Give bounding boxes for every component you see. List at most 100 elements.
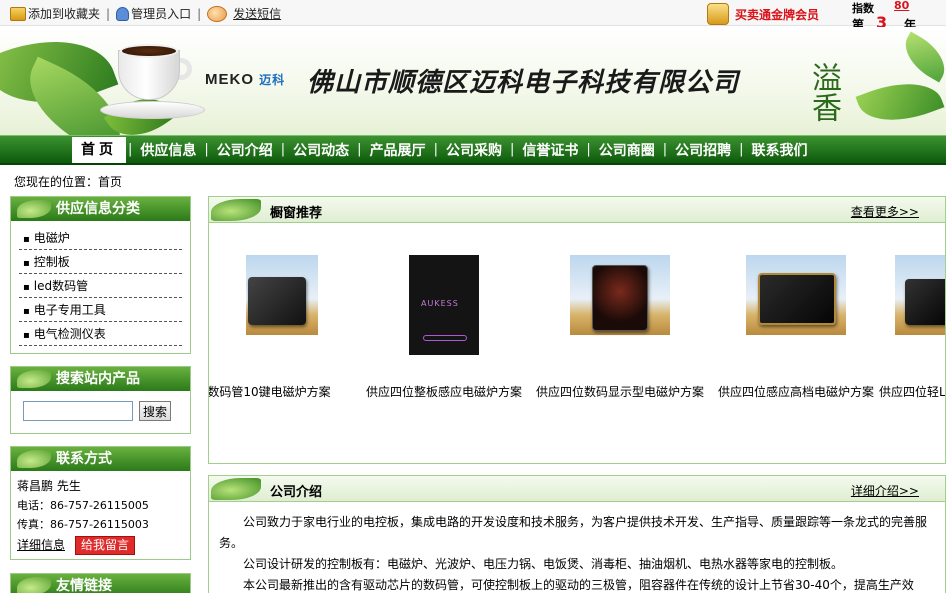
separator: | — [197, 6, 202, 21]
nav-jobs[interactable]: 公司招聘 — [667, 140, 739, 160]
category-item[interactable]: led数码管 — [19, 274, 182, 298]
category-item[interactable]: 电子专用工具 — [19, 298, 182, 322]
leaf-icon — [211, 199, 261, 221]
gold-member-badge[interactable]: 买卖通金牌会员 — [707, 3, 819, 25]
links-box-header: 友情链接 — [11, 574, 190, 593]
sms-icon — [207, 5, 228, 22]
nav-contact[interactable]: 联系我们 — [744, 140, 816, 160]
leaf-decoration — [855, 69, 945, 135]
links-box: 友情链接 — [10, 573, 191, 593]
product-list: 数码管10键电磁炉方案 AUKESS 供应四位整板感应电磁炉方案 供应四位数码显… — [209, 223, 945, 463]
send-sms-link[interactable]: 发送短信 — [207, 5, 281, 22]
banner: MEKO 迈科 佛山市顺德区迈科电子科技有限公司 溢香 …… — [0, 27, 946, 135]
search-box-title: 搜索站内产品 — [56, 371, 140, 387]
intro-paragraph: 公司致力于家电行业的电控板，集成电路的开发设度和技术服务，为客户提供技术开发、生… — [219, 515, 928, 550]
category-item[interactable]: 电气检测仪表 — [19, 322, 182, 346]
user-icon — [116, 6, 130, 21]
index-value[interactable]: 80 — [894, 0, 909, 12]
contact-info: 蒋昌鹏 先生 电话：86-757-26115005 传真：86-757-2611… — [11, 471, 190, 562]
product-caption[interactable]: 供应四位感应高档电磁炉方案 — [711, 385, 881, 400]
category-item[interactable]: 控制板 — [19, 250, 182, 274]
company-name: 佛山市顺德区迈科电子科技有限公司 — [307, 68, 740, 98]
product-card[interactable]: 供应四位感应高档电磁炉方案 — [711, 255, 881, 399]
intro-paragraph: 公司设计研发的控制板有：电磁炉、光波炉、电压力锅、电饭煲、消毒柜、抽油烟机、电热… — [243, 557, 844, 571]
logo-cn: 迈科 — [259, 73, 286, 87]
search-input[interactable] — [23, 401, 133, 421]
main-nav: 首页 | 供应信息 | 公司介绍 | 公司动态 | 产品展厅 | 公司采购 | … — [0, 135, 946, 165]
leaf-icon — [17, 577, 51, 593]
company-intro-text: 公司致力于家电行业的电控板，集成电路的开发设度和技术服务，为客户提供技术开发、生… — [209, 502, 945, 593]
contact-name: 蒋昌鹏 先生 — [17, 479, 81, 493]
category-box: 供应信息分类 电磁炉 控制板 led数码管 电子专用工具 电气检测仪表 — [10, 196, 191, 354]
leaf-icon — [17, 450, 51, 468]
product-image[interactable] — [570, 255, 670, 335]
medal-icon — [707, 3, 729, 25]
product-caption[interactable]: 供应四位轻L — [869, 385, 945, 400]
gold-member-label: 买卖通金牌会员 — [735, 7, 820, 22]
leaf-icon — [17, 200, 51, 218]
index-label: 指数 — [852, 2, 874, 15]
top-bar: 添加到收藏夹 | 管理员入口 | 发送短信 买卖通金牌会员 指数 80 第 3 … — [0, 0, 946, 32]
saucer-image — [100, 101, 205, 119]
showcase-title: 橱窗推荐 — [270, 206, 323, 221]
company-intro-panel: 公司介绍 详细介绍>> 公司致力于家电行业的电控板，集成电路的开发设度和技术服务… — [208, 475, 946, 593]
nav-purchase[interactable]: 公司采购 — [438, 140, 510, 160]
detail-info-link[interactable]: 详细信息 — [17, 536, 65, 555]
product-image[interactable]: AUKESS — [409, 255, 479, 355]
nav-home[interactable]: 首页 — [72, 136, 126, 163]
contact-fax: 传真：86-757-26115003 — [17, 518, 149, 531]
product-image[interactable] — [895, 255, 945, 335]
contact-box-header: 联系方式 — [11, 447, 190, 471]
category-box-header: 供应信息分类 — [11, 197, 190, 221]
leaf-decoration — [895, 31, 946, 83]
product-card[interactable]: 供应四位数码显示型电磁炉方案 — [535, 255, 705, 399]
coffee-cup-image — [118, 42, 192, 100]
admin-entry-link[interactable]: 管理员入口 — [116, 5, 191, 22]
category-list: 电磁炉 控制板 led数码管 电子专用工具 电气检测仪表 — [11, 221, 190, 354]
product-image[interactable] — [746, 255, 846, 335]
leaf-icon — [17, 370, 51, 388]
links-box-title: 友情链接 — [56, 578, 112, 593]
leaf-icon — [211, 478, 261, 500]
search-button[interactable]: 搜索 — [139, 401, 172, 421]
calligraphy-text: 溢香 — [806, 62, 841, 122]
breadcrumb: 您现在的位置：首页 — [14, 175, 123, 189]
company-intro-header: 公司介绍 详细介绍>> — [209, 476, 945, 502]
company-intro-title: 公司介绍 — [270, 485, 323, 500]
search-box-header: 搜索站内产品 — [11, 367, 190, 391]
product-image[interactable] — [246, 255, 318, 335]
contact-links: 详细信息 给我留言 — [17, 534, 184, 556]
top-links: 添加到收藏夹 | 管理员入口 | 发送短信 — [10, 5, 281, 22]
add-favorite-link[interactable]: 添加到收藏夹 — [10, 5, 100, 22]
separator: | — [106, 6, 111, 21]
product-card[interactable]: 供应四位轻L — [869, 255, 945, 399]
nav-showroom[interactable]: 产品展厅 — [362, 140, 434, 160]
contact-phone: 电话：86-757-26115005 — [17, 499, 149, 512]
contact-box-title: 联系方式 — [56, 451, 112, 467]
product-caption[interactable]: 供应四位整板感应电磁炉方案 — [359, 385, 529, 400]
favorite-icon — [10, 6, 26, 21]
showcase-header: 橱窗推荐 查看更多>> — [209, 197, 945, 223]
product-caption[interactable]: 数码管10键电磁炉方案 — [209, 385, 354, 400]
search-row: 搜索 — [11, 391, 190, 431]
send-sms-label: 发送短信 — [233, 7, 282, 21]
admin-entry-label: 管理员入口 — [131, 7, 192, 21]
logo-text: MEKO — [205, 71, 254, 88]
product-card[interactable]: 数码管10键电磁炉方案 — [209, 255, 354, 399]
intro-paragraph: 本公司最新推出的含有驱动芯片的数码管，可使控制板上的驱动的三极管，阻容器件在传统… — [243, 578, 914, 592]
category-item[interactable]: 电磁炉 — [19, 226, 182, 250]
nav-supply[interactable]: 供应信息 — [132, 140, 204, 160]
product-card[interactable]: AUKESS 供应四位整板感应电磁炉方案 — [359, 255, 529, 399]
product-caption[interactable]: 供应四位数码显示型电磁炉方案 — [535, 385, 705, 400]
view-more-link[interactable]: 查看更多>> — [851, 203, 919, 220]
nav-business-circle[interactable]: 公司商圈 — [591, 140, 663, 160]
nav-company-news[interactable]: 公司动态 — [285, 140, 357, 160]
company-logo: MEKO 迈科 — [205, 71, 285, 88]
category-box-title: 供应信息分类 — [56, 201, 140, 217]
nav-certificates[interactable]: 信誉证书 — [514, 140, 586, 160]
showcase-panel: 橱窗推荐 查看更多>> 数码管10键电磁炉方案 AUKESS 供应四位整板感应电… — [208, 196, 946, 464]
product-image-label: AUKESS — [421, 299, 459, 308]
leave-message-button[interactable]: 给我留言 — [75, 535, 136, 555]
nav-company-intro[interactable]: 公司介绍 — [209, 140, 281, 160]
intro-more-link[interactable]: 详细介绍>> — [851, 482, 919, 499]
